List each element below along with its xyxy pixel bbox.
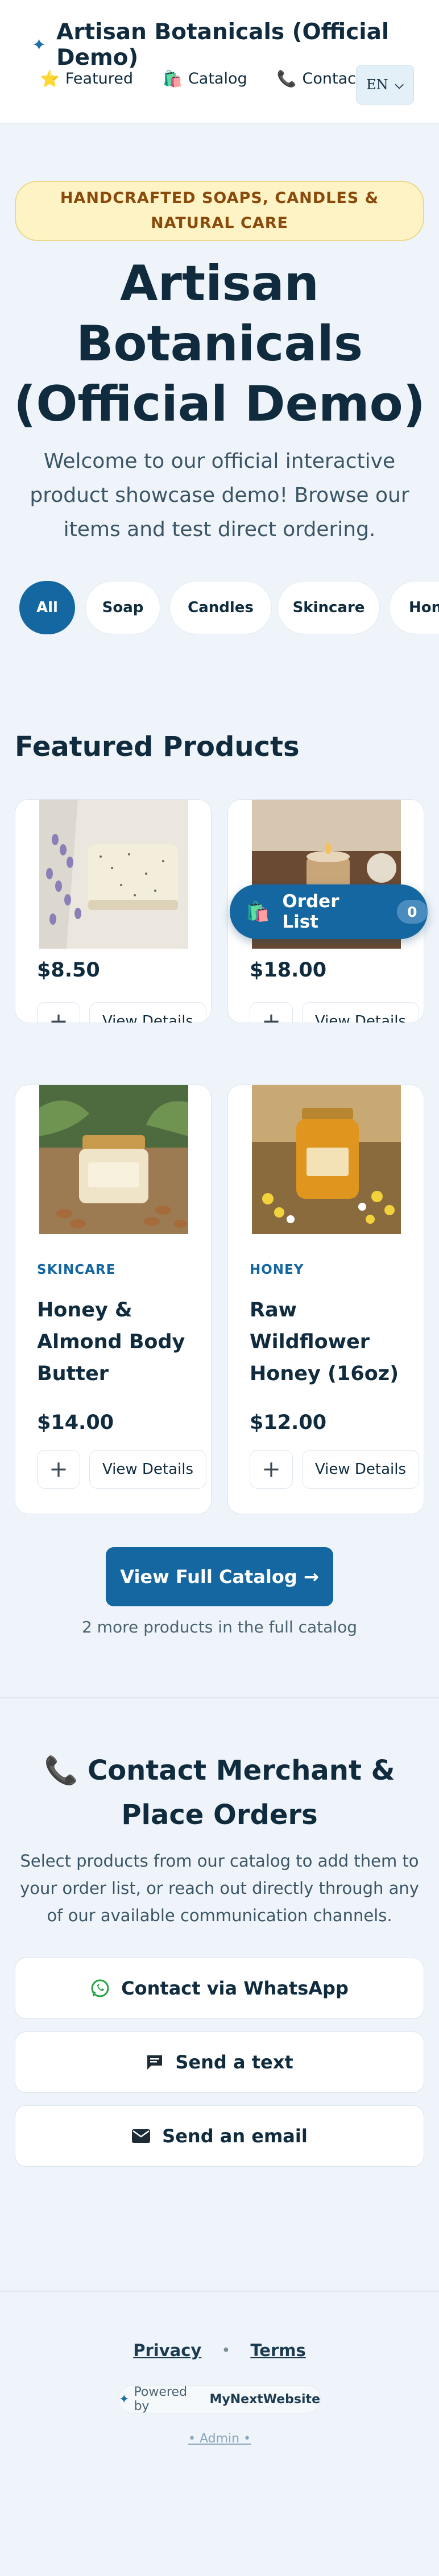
send-email-button[interactable]: Send an email xyxy=(15,2105,424,2167)
send-email-label: Send an email xyxy=(162,2125,308,2147)
site-title: Artisan Botanicals (Official Demo) xyxy=(56,19,390,70)
nav-featured[interactable]: ⭐ Featured xyxy=(40,69,133,88)
order-list-button[interactable]: 🛍️ Order List 0 xyxy=(230,884,428,939)
hero-badge: HANDCRAFTED SOAPS, CANDLES & NATURAL CAR… xyxy=(15,181,424,241)
order-list-label: Order List xyxy=(282,891,339,932)
product-name: Honey & Almond Body Butter xyxy=(37,1299,185,1385)
product-price: $8.50 xyxy=(37,959,100,982)
order-count-badge: 0 xyxy=(396,900,428,924)
filter-all[interactable]: All xyxy=(19,581,75,634)
main-nav: ⭐ Featured 🛍️ Catalog 📞 Contact xyxy=(40,69,392,88)
view-details-button[interactable]: View Details xyxy=(302,1002,419,1023)
category-filters: All Soap Candles Skincare Honey xyxy=(19,581,439,635)
contact-title: 📞 Contact Merchant & Place Orders xyxy=(44,1755,395,1831)
filter-candles[interactable]: Candles xyxy=(169,581,272,634)
nav-contact-label: Contact xyxy=(302,70,362,88)
soap-bar-image xyxy=(15,800,211,949)
view-details-button[interactable]: View Details xyxy=(89,1002,206,1023)
more-products-note: 2 more products in the full catalog xyxy=(81,1618,358,1636)
nav-contact[interactable]: 📞 Contact xyxy=(277,69,362,88)
filter-skincare[interactable]: Skincare xyxy=(278,581,380,634)
hero-title: Artisan Botanicals (Official Demo) xyxy=(14,255,425,433)
product-price: $18.00 xyxy=(250,959,327,982)
site-header: ✦ Artisan Botanicals (Official Demo) ⭐ F… xyxy=(0,0,439,124)
terms-link[interactable]: Terms xyxy=(250,2341,305,2360)
honey-jar-image xyxy=(228,1085,424,1234)
product-card[interactable]: SKINCARE Honey & Almond Body Butter $14.… xyxy=(15,1085,212,1514)
product-category: SKINCARE xyxy=(37,1262,116,1277)
send-text-button[interactable]: Send a text xyxy=(15,2031,424,2093)
message-icon xyxy=(146,2053,164,2071)
hero-subtitle: Welcome to our official interactive prod… xyxy=(30,450,409,541)
product-price: $14.00 xyxy=(37,1411,114,1434)
nav-catalog-label: Catalog xyxy=(188,70,247,88)
powered-by-brand: MyNextWebsite xyxy=(209,2392,321,2407)
privacy-link[interactable]: Privacy xyxy=(133,2341,201,2360)
footer-divider xyxy=(0,2291,439,2292)
product-card[interactable]: HONEY Raw Wildflower Honey (16oz) $12.00… xyxy=(227,1085,424,1514)
add-to-order-button[interactable]: + xyxy=(37,1002,80,1023)
star-icon: ⭐ xyxy=(40,69,60,88)
filter-soap[interactable]: Soap xyxy=(85,581,160,634)
powered-by-prefix: Powered by xyxy=(134,2385,187,2413)
separator-dot: • xyxy=(222,2343,230,2358)
add-to-order-button[interactable]: + xyxy=(37,1450,80,1489)
mail-icon xyxy=(131,2128,151,2144)
view-full-catalog-button[interactable]: View Full Catalog → xyxy=(106,1547,333,1606)
nav-catalog[interactable]: 🛍️ Catalog xyxy=(163,69,247,88)
chevron-down-icon: ⌵ xyxy=(395,78,404,92)
view-details-button[interactable]: View Details xyxy=(89,1450,206,1489)
shopping-bag-icon: 🛍️ xyxy=(246,900,270,923)
send-text-label: Send a text xyxy=(175,2051,293,2073)
brand[interactable]: ✦ Artisan Botanicals (Official Demo) xyxy=(32,19,439,70)
view-details-button[interactable]: View Details xyxy=(302,1450,419,1489)
whatsapp-button[interactable]: Contact via WhatsApp xyxy=(15,1958,424,2019)
add-to-order-button[interactable]: + xyxy=(250,1450,293,1489)
sparkle-icon: ✦ xyxy=(119,2392,130,2407)
product-name: Raw Wildflower Honey (16oz) xyxy=(250,1299,399,1385)
product-category: HONEY xyxy=(250,1262,304,1277)
phone-icon: 📞 xyxy=(276,69,297,88)
nav-featured-label: Featured xyxy=(65,70,134,88)
admin-link[interactable]: • Admin • xyxy=(0,2432,439,2446)
product-price: $12.00 xyxy=(250,1411,327,1434)
shopping-bag-icon: 🛍️ xyxy=(163,69,183,88)
language-value: EN xyxy=(366,77,388,93)
whatsapp-label: Contact via WhatsApp xyxy=(121,1977,349,1999)
whatsapp-icon xyxy=(90,1979,110,1998)
add-to-order-button[interactable]: + xyxy=(250,1002,293,1023)
body-butter-image xyxy=(15,1085,211,1234)
sparkle-icon: ✦ xyxy=(32,35,47,55)
footer-links: Privacy • Terms xyxy=(0,2341,439,2360)
language-select[interactable]: EN ⌵ xyxy=(356,65,414,105)
featured-title: Featured Products xyxy=(15,731,300,763)
contact-subtitle: Select products from our catalog to add … xyxy=(20,1851,419,1925)
powered-by-badge[interactable]: ✦ Powered by MyNextWebsite xyxy=(118,2385,321,2413)
filter-honey[interactable]: Honey xyxy=(389,581,439,634)
product-card[interactable]: $8.50 + View Details xyxy=(15,799,212,1023)
section-divider xyxy=(0,1697,439,1698)
